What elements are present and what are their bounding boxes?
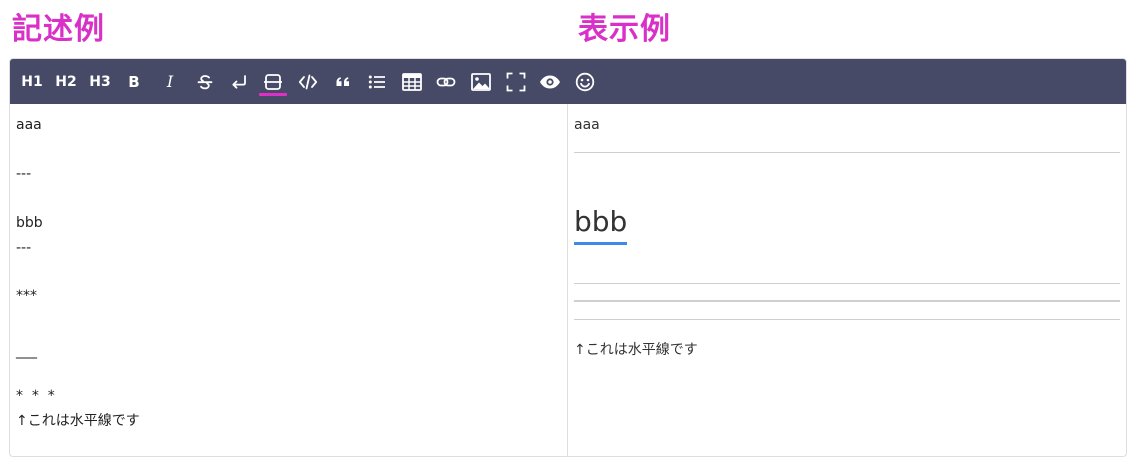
source-line: bbb [16, 215, 43, 231]
preview-horizontal-rule [574, 283, 1120, 284]
source-line: ↑これは水平線です [16, 413, 140, 429]
preview-paragraph: aaa [574, 117, 600, 133]
heading-3-button[interactable]: H3 [88, 59, 112, 104]
heading-3-icon: H3 [89, 73, 111, 90]
preview-button[interactable] [538, 59, 562, 104]
quote-button[interactable] [332, 59, 354, 104]
preview-horizontal-rule [574, 319, 1120, 320]
emoji-icon [575, 72, 595, 91]
line-break-button[interactable] [228, 59, 250, 104]
preview-heading: bbb [574, 204, 628, 245]
source-line: --- [16, 240, 32, 256]
list-button[interactable] [366, 59, 388, 104]
link-button[interactable] [434, 59, 458, 104]
editor-toolbar: H1 H2 H3 B I [10, 59, 1126, 104]
heading-1-icon: H1 [21, 73, 43, 90]
preview-example-heading: 表示例 [578, 12, 671, 47]
horizontal-rule-icon [264, 73, 282, 90]
heading-2-icon: H2 [55, 73, 77, 90]
line-break-icon [232, 74, 246, 89]
preview-horizontal-rule [574, 300, 1120, 302]
source-editor-pane[interactable]: aaa --- bbb --- *** ___ * * * ↑これは水平線です [10, 104, 568, 456]
link-icon [436, 77, 456, 86]
bold-button[interactable]: B [124, 59, 144, 104]
bold-icon: B [128, 72, 140, 91]
table-button[interactable] [400, 59, 424, 104]
horizontal-rule-button[interactable] [261, 59, 285, 104]
list-icon [368, 75, 385, 88]
image-icon [471, 72, 491, 91]
code-button[interactable] [296, 59, 320, 104]
markdown-editor: H1 H2 H3 B I aaa --- bbb --- *** ___ * *… [9, 58, 1127, 457]
strikethrough-button[interactable] [194, 59, 216, 104]
strikethrough-icon [197, 74, 213, 89]
preview-horizontal-rule [574, 152, 1120, 153]
preview-eye-icon [540, 75, 560, 88]
source-line: * * * [16, 388, 55, 404]
source-line: *** [16, 288, 37, 304]
source-line: ___ [16, 343, 37, 359]
italic-icon: I [166, 72, 174, 91]
fullscreen-button[interactable] [504, 59, 528, 104]
code-icon [298, 74, 318, 89]
table-icon [402, 72, 422, 91]
source-example-heading: 記述例 [12, 12, 105, 47]
active-tool-indicator [259, 93, 287, 96]
italic-button[interactable]: I [160, 59, 180, 104]
preview-note: ↑これは水平線です [574, 342, 698, 358]
heading-1-button[interactable]: H1 [20, 59, 44, 104]
fullscreen-icon [506, 72, 526, 91]
preview-pane: aaa bbb ↑これは水平線です [568, 104, 1126, 456]
source-line: aaa [16, 117, 42, 133]
heading-2-button[interactable]: H2 [54, 59, 78, 104]
image-button[interactable] [469, 59, 493, 104]
source-line: --- [16, 166, 32, 182]
emoji-button[interactable] [573, 59, 597, 104]
quote-icon [336, 76, 349, 86]
